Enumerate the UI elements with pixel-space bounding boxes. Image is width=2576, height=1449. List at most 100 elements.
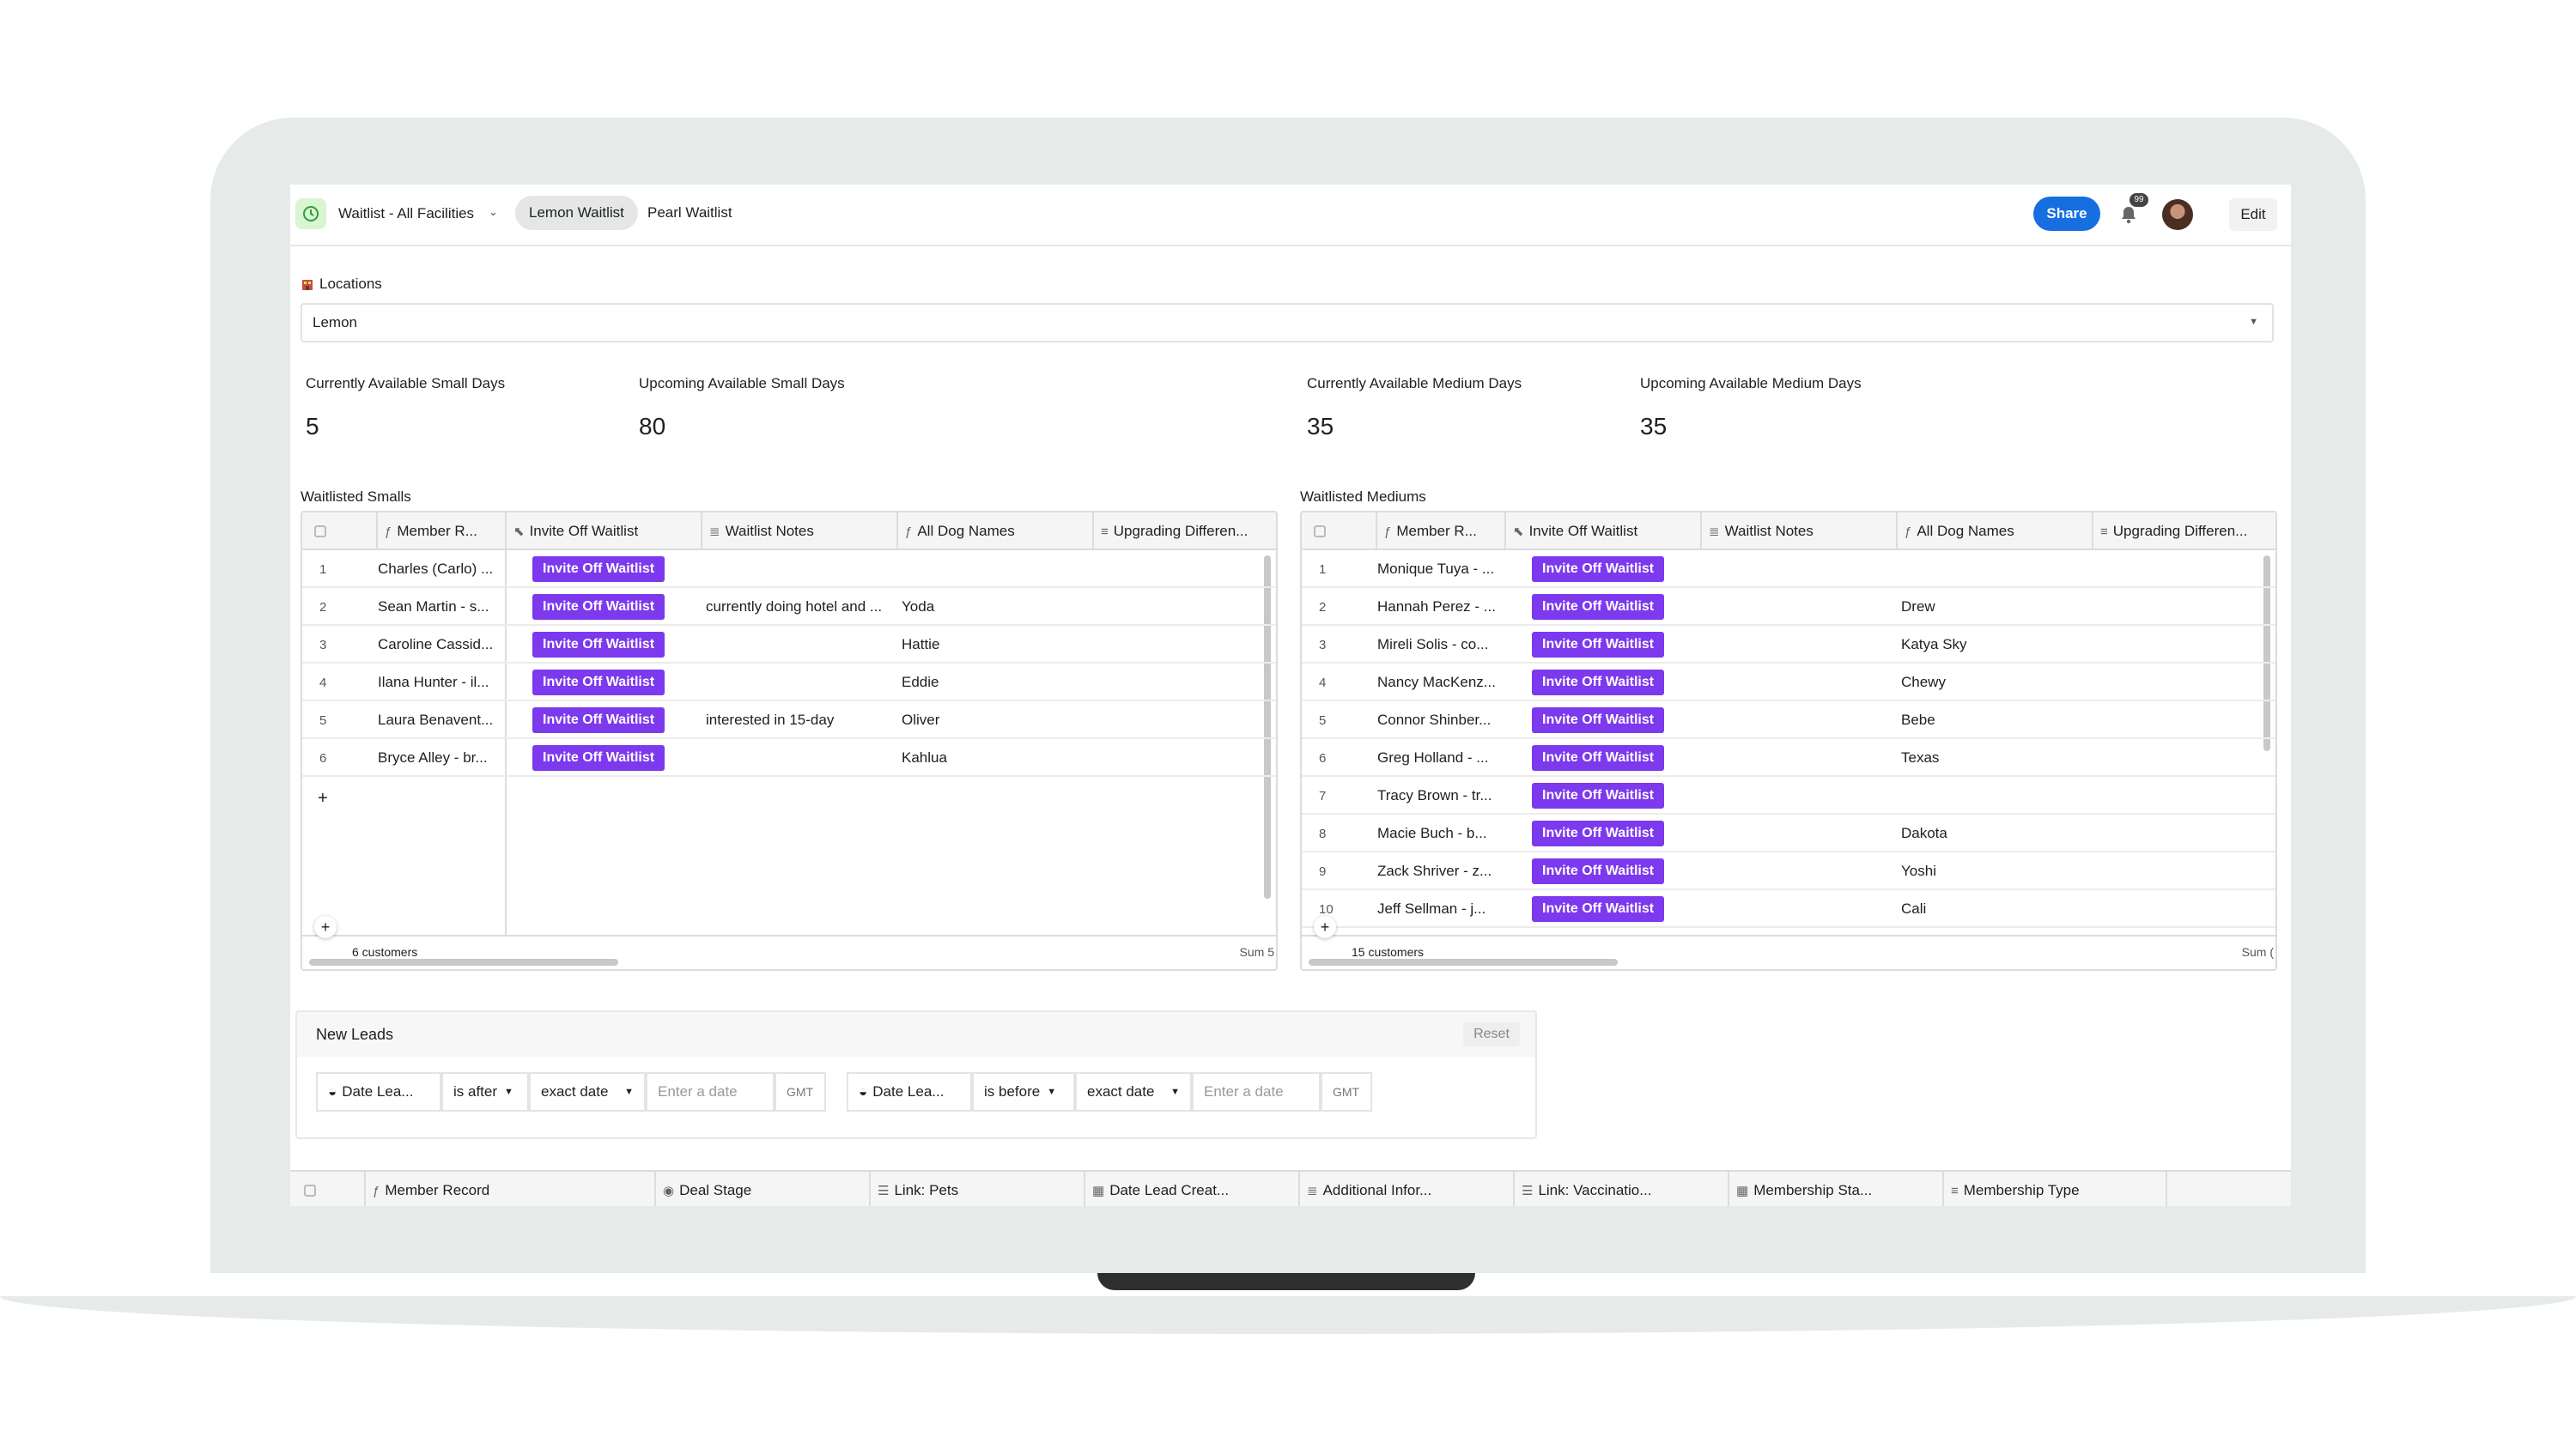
table-row[interactable]: 8 Macie Buch - b... Invite Off Waitlist Dak… — [1302, 815, 2275, 852]
col-invite[interactable]: ⬉ Invite Off Waitlist — [1506, 512, 1702, 550]
date-input[interactable]: Enter a date — [646, 1072, 775, 1112]
dog-names-cell[interactable]: Hattie — [902, 626, 1073, 664]
horizontal-scrollbar[interactable] — [1309, 959, 1618, 966]
tab-pearl-waitlist[interactable]: Pearl Waitlist — [634, 196, 746, 230]
member-record-cell[interactable]: Monique Tuya - ... — [1377, 550, 1501, 588]
waitlist-notes-cell[interactable] — [1705, 890, 1886, 928]
waitlist-notes-cell[interactable] — [1705, 664, 1886, 701]
waitlist-notes-cell[interactable] — [706, 626, 886, 664]
invite-off-waitlist-button[interactable]: Invite Off Waitlist — [532, 707, 665, 733]
waitlist-notes-cell[interactable]: interested in 15-day — [706, 701, 886, 739]
table-row[interactable]: 7 Tracy Brown - tr... Invite Off Waitlist — [1302, 777, 2275, 815]
horizontal-scrollbar[interactable] — [309, 959, 618, 966]
leads-col-header[interactable]: ◉ Deal Stage — [656, 1172, 871, 1206]
member-record-cell[interactable]: Caroline Cassid... — [378, 626, 501, 664]
col-upgrading[interactable]: ≡ Upgrading Differen... — [1094, 512, 1276, 550]
sum-summary[interactable]: Sum ( — [2242, 945, 2274, 959]
col-dog-names[interactable]: ƒ All Dog Names — [1898, 512, 2093, 550]
member-record-cell[interactable]: Nancy MacKenz... — [1377, 664, 1501, 701]
dog-names-cell[interactable] — [1901, 550, 2073, 588]
tab-lemon-waitlist[interactable]: Lemon Waitlist — [515, 196, 638, 230]
select-all-checkbox[interactable] — [1314, 525, 1326, 537]
col-upgrading[interactable]: ≡ Upgrading Differen... — [2093, 512, 2275, 550]
member-record-cell[interactable]: Zack Shriver - z... — [1377, 852, 1501, 890]
filter-field-select[interactable]: ◒ Date Lea... — [847, 1072, 972, 1112]
dog-names-cell[interactable]: Eddie — [902, 664, 1073, 701]
filter-mode-select[interactable]: exact date ▼ — [529, 1072, 646, 1112]
table-row[interactable]: 1 Monique Tuya - ... Invite Off Waitlist — [1302, 550, 2275, 588]
dog-names-cell[interactable]: Katya Sky — [1901, 626, 2073, 664]
table-row[interactable]: 3 Mireli Solis - co... Invite Off Waitlist… — [1302, 626, 2275, 664]
waitlist-notes-cell[interactable] — [1705, 626, 1886, 664]
table-row[interactable]: 5 Laura Benavent... Invite Off Waitlist int… — [302, 701, 1276, 739]
dog-names-cell[interactable]: Yoda — [902, 588, 1073, 626]
member-record-cell[interactable]: Greg Holland - ... — [1377, 739, 1501, 777]
dog-names-cell[interactable]: Oliver — [902, 701, 1073, 739]
invite-off-waitlist-button[interactable]: Invite Off Waitlist — [532, 632, 665, 658]
table-row[interactable]: 4 Ilana Hunter - il... Invite Off Waitlist… — [302, 664, 1276, 701]
invite-off-waitlist-button[interactable]: Invite Off Waitlist — [1532, 632, 1665, 658]
dog-names-cell[interactable]: Dakota — [1901, 815, 2073, 852]
invite-off-waitlist-button[interactable]: Invite Off Waitlist — [1532, 783, 1665, 809]
table-row[interactable]: 6 Bryce Alley - br... Invite Off Waitlist K… — [302, 739, 1276, 777]
select-all-checkbox[interactable] — [314, 525, 326, 537]
leads-col-header[interactable]: ☰ Link: Pets — [871, 1172, 1085, 1206]
table-row[interactable]: 4 Nancy MacKenz... Invite Off Waitlist Chew… — [1302, 664, 2275, 701]
waitlist-notes-cell[interactable] — [706, 664, 886, 701]
dog-names-cell[interactable]: Kahlua — [902, 739, 1073, 777]
member-record-cell[interactable]: Ilana Hunter - il... — [378, 664, 501, 701]
col-invite[interactable]: ⬉ Invite Off Waitlist — [507, 512, 702, 550]
table-row[interactable]: 5 Connor Shinber... Invite Off Waitlist Beb… — [1302, 701, 2275, 739]
dog-names-cell[interactable]: Cali — [1901, 890, 2073, 928]
dog-names-cell[interactable] — [1901, 777, 2073, 815]
add-row-icon[interactable]: + — [318, 789, 328, 809]
table-row[interactable]: 10 Jeff Sellman - j... Invite Off Waitlist… — [1302, 890, 2275, 928]
member-record-cell[interactable]: Macie Buch - b... — [1377, 815, 1501, 852]
invite-off-waitlist-button[interactable]: Invite Off Waitlist — [1532, 707, 1665, 733]
leads-col-header[interactable]: ▦ Date Lead Creat... — [1085, 1172, 1300, 1206]
member-record-cell[interactable]: Tracy Brown - tr... — [1377, 777, 1501, 815]
col-member-record[interactable]: ƒ Member R... — [376, 512, 507, 550]
invite-off-waitlist-button[interactable]: Invite Off Waitlist — [532, 594, 665, 620]
waitlist-notes-cell[interactable] — [1705, 701, 1886, 739]
dog-names-cell[interactable]: Bebe — [1901, 701, 2073, 739]
invite-off-waitlist-button[interactable]: Invite Off Waitlist — [1532, 821, 1665, 846]
member-record-cell[interactable]: Jeff Sellman - j... — [1377, 890, 1501, 928]
app-title[interactable]: Waitlist - All Facilities — [338, 205, 474, 222]
add-record-button[interactable]: + — [1314, 916, 1336, 938]
col-dog-names[interactable]: ƒ All Dog Names — [898, 512, 1094, 550]
invite-off-waitlist-button[interactable]: Invite Off Waitlist — [1532, 858, 1665, 884]
dog-names-cell[interactable]: Yoshi — [1901, 852, 2073, 890]
member-record-cell[interactable]: Mireli Solis - co... — [1377, 626, 1501, 664]
table-row[interactable]: 3 Caroline Cassid... Invite Off Waitlist Ha… — [302, 626, 1276, 664]
filter-mode-select[interactable]: exact date ▼ — [1075, 1072, 1192, 1112]
chevron-down-icon[interactable]: ⌄ — [489, 205, 498, 219]
table-row[interactable]: 1 Charles (Carlo) ... Invite Off Waitlist — [302, 550, 1276, 588]
waitlist-notes-cell[interactable] — [1705, 815, 1886, 852]
dog-names-cell[interactable] — [902, 550, 1073, 588]
filter-field-select[interactable]: ◒ Date Lea... — [316, 1072, 441, 1112]
waitlist-notes-cell[interactable] — [706, 739, 886, 777]
reset-button[interactable]: Reset — [1463, 1022, 1520, 1046]
table-row[interactable]: 9 Zack Shriver - z... Invite Off Waitlist Y… — [1302, 852, 2275, 890]
invite-off-waitlist-button[interactable]: Invite Off Waitlist — [1532, 556, 1665, 582]
filter-operator-select[interactable]: is after ▼ — [441, 1072, 529, 1112]
waitlist-notes-cell[interactable] — [1705, 588, 1886, 626]
member-record-cell[interactable]: Hannah Perez - ... — [1377, 588, 1501, 626]
member-record-cell[interactable]: Connor Shinber... — [1377, 701, 1501, 739]
leads-col-header[interactable]: ▦ Membership Sta... — [1729, 1172, 1944, 1206]
member-record-cell[interactable]: Laura Benavent... — [378, 701, 501, 739]
locations-select[interactable]: Lemon ▼ — [301, 303, 2274, 343]
invite-off-waitlist-button[interactable]: Invite Off Waitlist — [1532, 594, 1665, 620]
leads-col-header[interactable]: ☰ Link: Vaccinatio... — [1515, 1172, 1729, 1206]
member-record-cell[interactable]: Charles (Carlo) ... — [378, 550, 501, 588]
invite-off-waitlist-button[interactable]: Invite Off Waitlist — [1532, 896, 1665, 922]
avatar[interactable] — [2162, 199, 2193, 230]
select-all-checkbox[interactable] — [304, 1185, 316, 1197]
date-input[interactable]: Enter a date — [1192, 1072, 1321, 1112]
leads-col-header[interactable]: ≡ Membership Type — [1944, 1172, 2167, 1206]
waitlist-notes-cell[interactable] — [1705, 852, 1886, 890]
waitlist-notes-cell[interactable] — [706, 550, 886, 588]
dog-names-cell[interactable]: Texas — [1901, 739, 2073, 777]
invite-off-waitlist-button[interactable]: Invite Off Waitlist — [532, 556, 665, 582]
